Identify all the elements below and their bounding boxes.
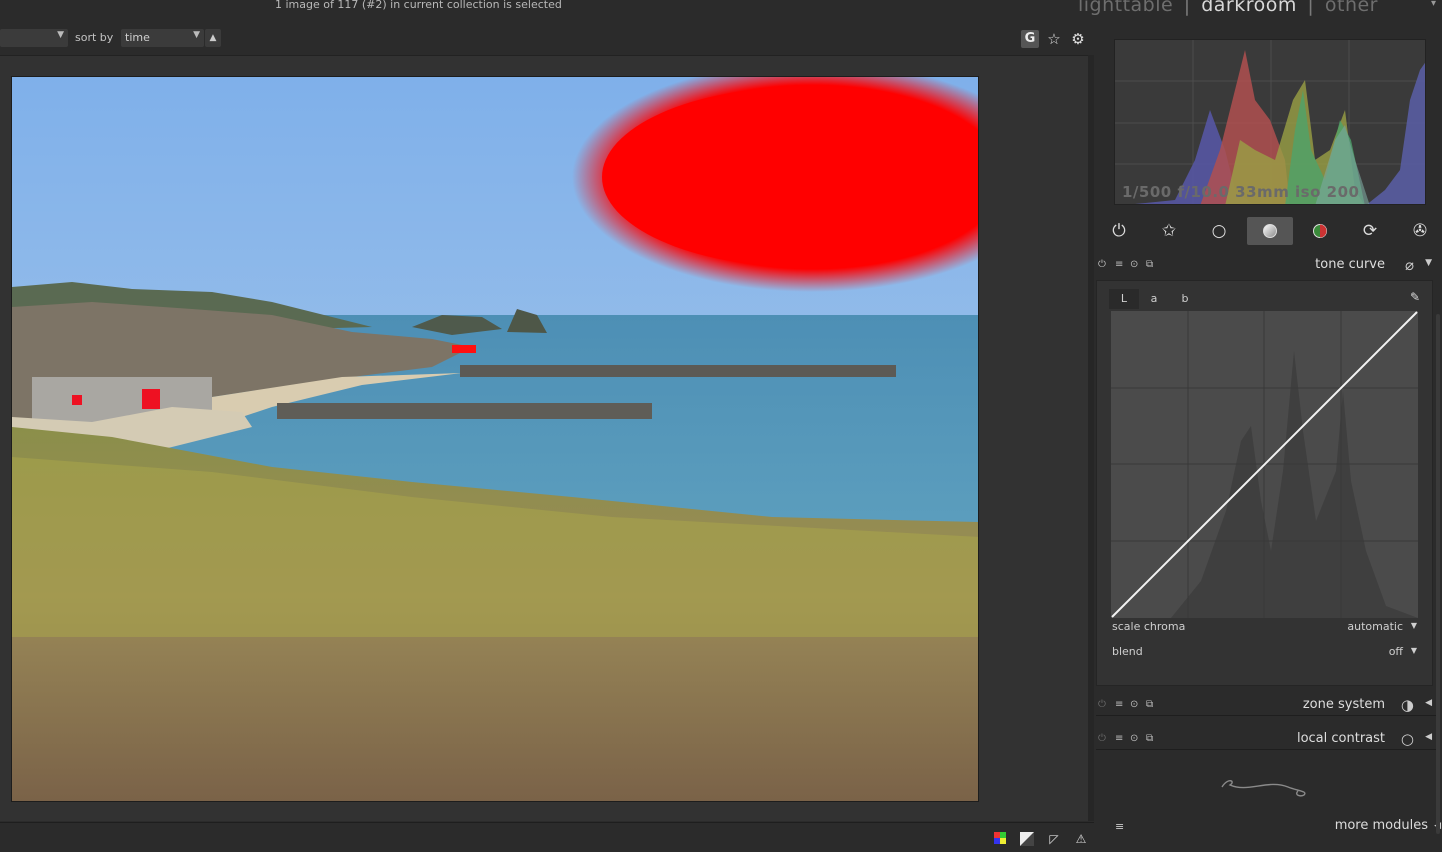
exposure-indicator-icon <box>1020 832 1034 846</box>
module-header-zone-system[interactable]: ⏻ ≡ ⊙ ⧉ zone system ◑ ◀ <box>1094 693 1442 719</box>
mask-icon[interactable]: ⌀ <box>1405 256 1414 274</box>
photo-image <box>12 77 978 801</box>
blend-label: blend <box>1112 645 1143 658</box>
curve-graph <box>1111 311 1418 618</box>
end-marker-icon <box>1218 775 1310 805</box>
view-lighttable[interactable]: lighttable <box>1078 0 1173 16</box>
power-icon[interactable]: ⏻ <box>1096 217 1142 245</box>
overexposure-toggle-icon[interactable] <box>1020 832 1034 846</box>
tab-b[interactable]: b <box>1170 289 1200 309</box>
gear-icon[interactable]: ⚙ <box>1069 30 1087 48</box>
color-picker-icon[interactable]: ✎ <box>1410 290 1420 304</box>
favorites-icon[interactable]: ✩ <box>1146 217 1192 245</box>
presets-icon[interactable]: ≡ <box>1115 259 1123 270</box>
duplicate-icon[interactable]: ⧉ <box>1146 699 1153 710</box>
view-darkroom[interactable]: darkroom <box>1201 0 1297 16</box>
histogram[interactable]: 1/500 f/10.0 33mm iso 200 <box>1114 39 1426 205</box>
module-title: tone curve <box>1315 257 1385 272</box>
effect-group-icon[interactable]: ✇ <box>1397 217 1442 245</box>
chevron-down-icon: ▼ <box>1410 646 1417 655</box>
presets-icon[interactable]: ≡ <box>1115 699 1123 710</box>
sort-dropdown[interactable]: time ▼ <box>121 29 204 47</box>
view-other[interactable]: other <box>1325 0 1378 16</box>
more-modules-button[interactable]: ≡ more modules ◀ <box>1094 818 1442 838</box>
darktable-window: 1 image of 117 (#2) in current collectio… <box>0 0 1442 852</box>
reset-icon[interactable]: ⊙ <box>1130 733 1138 744</box>
histogram-chart <box>1115 40 1425 204</box>
module-power-icon[interactable]: ⏻ <box>1098 699 1106 710</box>
gamut-check-icon[interactable]: ⚠ <box>1074 832 1088 846</box>
color-circle-icon <box>1313 224 1327 238</box>
color-assessment-icon[interactable] <box>993 832 1007 846</box>
module-title: zone system <box>1302 697 1385 712</box>
collapse-icon[interactable]: ▼ <box>1425 258 1432 268</box>
scale-chroma-label: scale chroma <box>1112 620 1186 633</box>
grouping-button[interactable]: G <box>1021 30 1039 48</box>
view-switcher: lighttable | darkroom | other <box>1076 0 1380 16</box>
star-icon[interactable]: ☆ <box>1045 30 1063 48</box>
correct-group-icon[interactable]: ⟳ <box>1347 217 1393 245</box>
reset-icon[interactable]: ⊙ <box>1130 699 1138 710</box>
scale-chroma-dropdown[interactable]: scale chroma automatic ▼ <box>1112 620 1419 638</box>
image-canvas[interactable] <box>11 76 979 802</box>
module-groups-bar: ⏻ ✩ ○ ⟳ ✇ <box>1104 216 1442 246</box>
top-bar: 1 image of 117 (#2) in current collectio… <box>0 0 1442 20</box>
sort-direction-button[interactable]: ▲ <box>205 29 221 47</box>
chevron-down-icon: ▼ <box>57 30 64 40</box>
module-header-local-contrast[interactable]: ⏻ ≡ ⊙ ⧉ local contrast ○ ◀ <box>1094 727 1442 753</box>
filter-bar: ▼ sort by time ▼ ▲ G ☆ ⚙ <box>0 22 1090 54</box>
scale-chroma-value: automatic <box>1347 620 1403 633</box>
views-dropdown-icon[interactable]: ▾ <box>1431 0 1436 9</box>
zone-system-icon: ◑ <box>1400 696 1414 714</box>
swirl-ornament <box>1221 780 1306 797</box>
sort-value: time <box>125 31 150 44</box>
collection-filter-dropdown[interactable]: ▼ <box>0 29 68 47</box>
local-contrast-icon: ○ <box>1400 730 1414 748</box>
blend-dropdown[interactable]: blend off ▼ <box>1112 645 1419 663</box>
tab-l[interactable]: L <box>1109 289 1139 309</box>
more-modules-label: more modules <box>1334 818 1428 833</box>
module-power-icon[interactable]: ⏻ <box>1098 733 1106 744</box>
blend-value: off <box>1388 645 1403 658</box>
tone-curve-body: L a b ✎ scale chroma automatic ▼ blend o… <box>1096 280 1433 686</box>
duplicate-icon[interactable]: ⧉ <box>1146 259 1153 270</box>
expand-icon[interactable]: ◀ <box>1425 698 1432 708</box>
reset-icon[interactable]: ⊙ <box>1130 259 1138 270</box>
chevron-down-icon: ▼ <box>1410 621 1417 630</box>
panel-scrollbar[interactable] <box>1436 314 1440 834</box>
tone-circle-icon <box>1263 224 1277 238</box>
view-separator: | <box>1307 0 1315 16</box>
sort-by-label: sort by <box>75 31 114 44</box>
basic-group-icon[interactable]: ○ <box>1196 217 1242 245</box>
expand-icon[interactable]: ◀ <box>1425 732 1432 742</box>
exif-info: 1/500 f/10.0 33mm iso 200 <box>1122 183 1360 201</box>
center-view <box>0 55 1088 821</box>
module-header-tone-curve[interactable]: ⏻ ≡ ⊙ ⧉ tone curve ⌀ ▼ <box>1094 253 1442 279</box>
duplicate-icon[interactable]: ⧉ <box>1146 733 1153 744</box>
tone-group-icon[interactable] <box>1247 217 1293 245</box>
softproof-icon[interactable]: ◸ <box>1047 832 1061 846</box>
right-panel: 1/500 f/10.0 33mm iso 200 ⏻ ✩ ○ ⟳ ✇ ⏻ ≡ … <box>1094 20 1442 852</box>
chevron-down-icon: ▼ <box>193 30 200 40</box>
color-group-icon[interactable] <box>1297 217 1343 245</box>
presets-icon[interactable]: ≡ <box>1115 733 1123 744</box>
tab-a[interactable]: a <box>1139 289 1169 309</box>
view-separator: | <box>1183 0 1191 16</box>
curve-editor[interactable] <box>1111 311 1418 618</box>
hamburger-icon[interactable]: ≡ <box>1115 820 1124 833</box>
color-squares-icon <box>994 832 1006 844</box>
module-title: local contrast <box>1296 731 1385 746</box>
bottom-bar: ◸ ⚠ <box>0 822 1094 852</box>
module-power-icon[interactable]: ⏻ <box>1098 259 1106 270</box>
selection-info: 1 image of 117 (#2) in current collectio… <box>275 0 562 11</box>
